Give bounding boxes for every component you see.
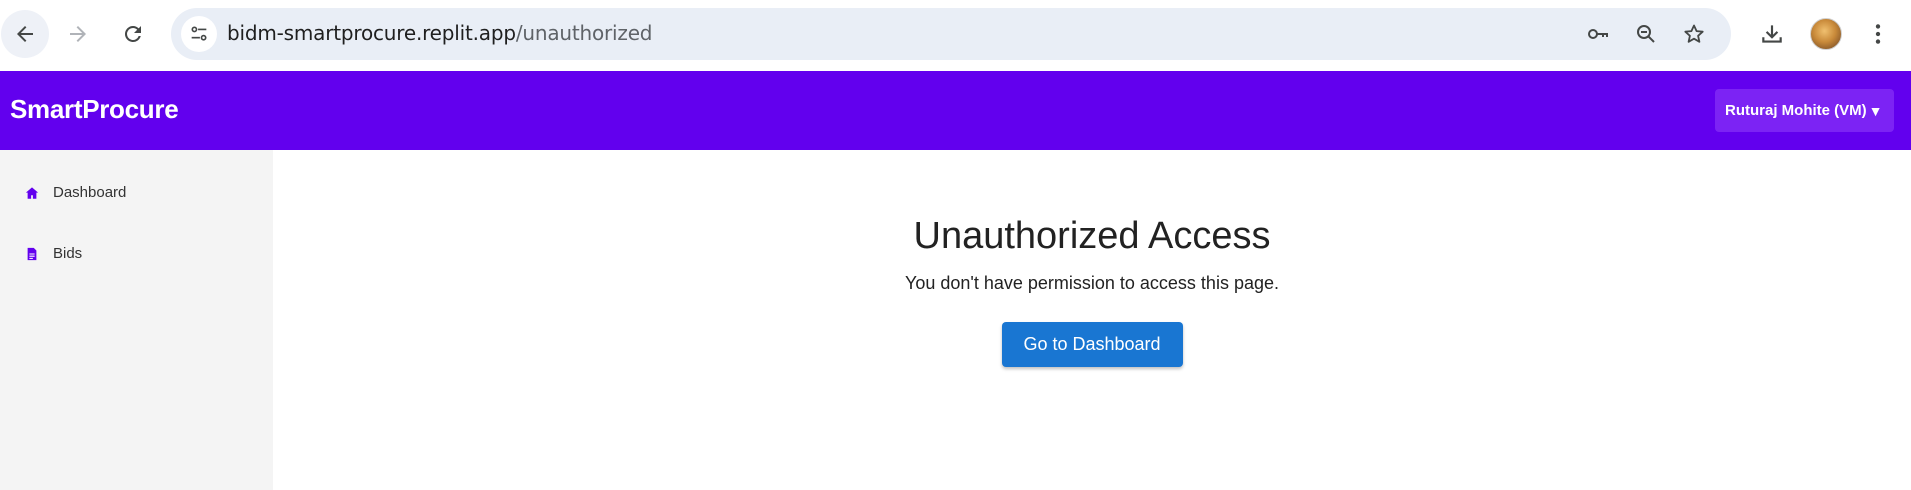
star-icon [1684,24,1704,43]
forward-button[interactable] [54,10,102,58]
user-name: Ruturaj Mohite (VM) [1725,102,1867,119]
site-info-button[interactable] [181,16,217,52]
download-icon [1762,25,1782,43]
profile-button[interactable] [1808,16,1844,52]
back-arrow-icon [17,26,33,42]
reload-icon [125,25,141,42]
main-content: Unauthorized Access You don't have permi… [273,150,1911,490]
home-icon [25,186,39,200]
password-button[interactable] [1584,20,1612,48]
download-button[interactable] [1754,16,1790,52]
zoom-out-icon [1637,25,1655,43]
address-bar[interactable]: bidm-smartprocure.replit.app/unauthorize… [171,8,1731,60]
app-header: SmartProcure Ruturaj Mohite (VM) ▼ [0,71,1911,150]
url-path: /unauthorized [515,21,653,45]
sidebar-item-bids[interactable]: Bids [0,234,273,274]
avatar [1810,18,1842,50]
sidebar-item-label: Bids [53,245,83,262]
go-to-dashboard-button[interactable]: Go to Dashboard [1001,322,1183,367]
brand-logo[interactable]: SmartProcure [10,94,179,125]
document-icon [25,247,39,261]
browser-menu-button[interactable] [1860,16,1896,52]
site-settings-icon [191,26,207,41]
caret-down-icon: ▼ [1868,102,1883,119]
browser-toolbar: bidm-smartprocure.replit.app/unauthorize… [0,0,1911,71]
sidebar-item-label: Dashboard [53,184,127,201]
unauthorized-panel: Unauthorized Access You don't have permi… [273,212,1911,367]
bookmark-button[interactable] [1680,20,1708,48]
error-message: You don't have permission to access this… [904,273,1279,293]
reload-button[interactable] [109,10,157,58]
sidebar: Dashboard Bids [0,150,273,490]
url-text[interactable]: bidm-smartprocure.replit.app/unauthorize… [227,21,652,45]
key-icon [1588,29,1608,39]
kebab-menu-icon [1875,24,1881,44]
back-button[interactable] [1,10,49,58]
url-domain: bidm-smartprocure.replit.app [227,21,516,45]
zoom-button[interactable] [1632,20,1660,48]
user-menu-button[interactable]: Ruturaj Mohite (VM) ▼ [1715,89,1894,132]
sidebar-item-dashboard[interactable]: Dashboard [0,173,273,213]
forward-arrow-icon [70,26,86,42]
page-title: Unauthorized Access [913,215,1271,257]
